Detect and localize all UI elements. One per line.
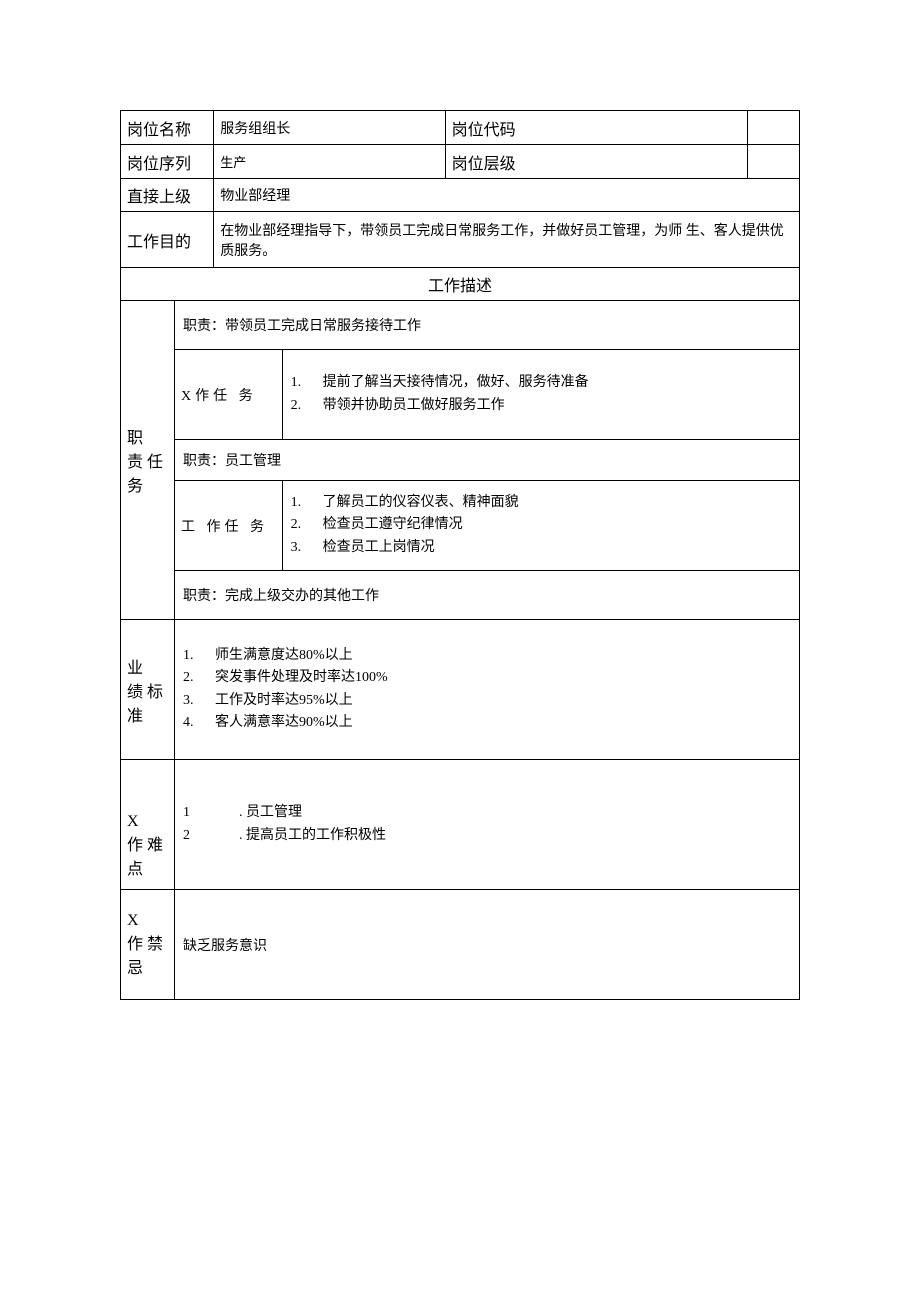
value-position-name: 服务组组长	[214, 111, 445, 145]
row-work-description-header: 工作描述	[121, 268, 800, 301]
list-text: 客人满意率达90%以上	[215, 712, 353, 734]
performance-content: 1. 师生满意度达80%以上 2. 突发事件处理及时率达100% 3. 工作及时率达9…	[175, 620, 800, 760]
label-direct-supervisor: 直接上级	[121, 179, 214, 212]
list-text: 了解员工的仪容仪表、精神面貌	[323, 492, 519, 514]
list-num: 2.	[291, 395, 307, 417]
list-text: 工作及时率达95%以上	[215, 690, 353, 712]
label-difficulty: X 作难 点	[121, 760, 175, 890]
row-duty2-tasks: 工 作任 务 1. 了解员工的仪容仪表、精神面貌 2. 检查员工遵守纪律情况 3. 检…	[121, 481, 800, 571]
list-text: 检查员工上岗情况	[323, 537, 435, 559]
difficulty-content: 1 . 员工管理 2 . 提高员工的工作积极性	[175, 760, 800, 890]
label-position-name: 岗位名称	[121, 111, 214, 145]
label-work-task: 工 作任 务	[175, 481, 283, 571]
row-performance: 业 绩标 准 1. 师生满意度达80%以上 2. 突发事件处理及时率达100% 3.…	[121, 620, 800, 760]
row-work-purpose: 工作目的 在物业部经理指导下，带领员工完成日常服务工作，并做好员工管理，为师 生…	[121, 212, 800, 268]
row-difficulty: X 作难 点 1 . 员工管理 2 . 提高员工的工作积极性	[121, 760, 800, 890]
label-work-description: 工作描述	[121, 268, 800, 301]
duty2-tasks: 1. 了解员工的仪容仪表、精神面貌 2. 检查员工遵守纪律情况 3. 检查员工上岗情况	[282, 481, 799, 571]
row-position-name: 岗位名称 服务组组长 岗位代码	[121, 111, 800, 145]
value-work-purpose: 在物业部经理指导下，带领员工完成日常服务工作，并做好员工管理，为师 生、客人提供…	[214, 212, 800, 268]
label-position-code: 岗位代码	[445, 111, 748, 145]
list-num: 2	[183, 825, 199, 847]
label-taboo: X 作禁 忌	[121, 890, 175, 1000]
list-num: 2.	[183, 667, 199, 689]
list-num: 1.	[291, 492, 307, 514]
list-num: 1	[183, 802, 199, 824]
list-num: 4.	[183, 712, 199, 734]
list-text: 提前了解当天接待情况，做好、服务待准备	[323, 372, 589, 394]
row-duty1-tasks: X作任 务 1. 提前了解当天接待情况，做好、服务待准备 2. 带领并协助员工做好服…	[121, 350, 800, 440]
row-duty3-header: 职责：完成上级交办的其他工作	[121, 571, 800, 620]
list-num: 2.	[291, 514, 307, 536]
list-text: . 员工管理	[239, 802, 302, 824]
list-num: 1.	[291, 372, 307, 394]
row-duty2-header: 职责：员工管理	[121, 440, 800, 481]
row-duty1-header: 职 责任 务 职责：带领员工完成日常服务接待工作	[121, 301, 800, 350]
list-text: 师生满意度达80%以上	[215, 645, 353, 667]
row-direct-supervisor: 直接上级 物业部经理	[121, 179, 800, 212]
label-x-task: X作任 务	[175, 350, 283, 440]
label-performance: 业 绩标 准	[121, 620, 175, 760]
list-text: . 提高员工的工作积极性	[239, 825, 386, 847]
value-position-code	[748, 111, 800, 145]
value-position-level	[748, 145, 800, 179]
list-text: 突发事件处理及时率达100%	[215, 667, 388, 689]
row-taboo: X 作禁 忌 缺乏服务意识	[121, 890, 800, 1000]
taboo-content: 缺乏服务意识	[175, 890, 800, 1000]
list-text: 检查员工遵守纪律情况	[323, 514, 463, 536]
label-position-level: 岗位层级	[445, 145, 748, 179]
list-text: 带领并协助员工做好服务工作	[323, 395, 505, 417]
list-num: 1.	[183, 645, 199, 667]
list-num: 3.	[291, 537, 307, 559]
value-direct-supervisor: 物业部经理	[214, 179, 800, 212]
duty3-header: 职责：完成上级交办的其他工作	[175, 571, 800, 620]
job-description-table: 岗位名称 服务组组长 岗位代码 岗位序列 生产 岗位层级 直接上级 物业部经理 …	[120, 110, 800, 1000]
label-work-purpose: 工作目的	[121, 212, 214, 268]
row-position-series: 岗位序列 生产 岗位层级	[121, 145, 800, 179]
value-position-series: 生产	[214, 145, 445, 179]
duty1-header: 职责：带领员工完成日常服务接待工作	[175, 301, 800, 350]
list-num: 3.	[183, 690, 199, 712]
duty2-header: 职责：员工管理	[175, 440, 800, 481]
duty1-tasks: 1. 提前了解当天接待情况，做好、服务待准备 2. 带领并协助员工做好服务工作	[282, 350, 799, 440]
label-duties-tasks: 职 责任 务	[121, 301, 175, 620]
label-position-series: 岗位序列	[121, 145, 214, 179]
